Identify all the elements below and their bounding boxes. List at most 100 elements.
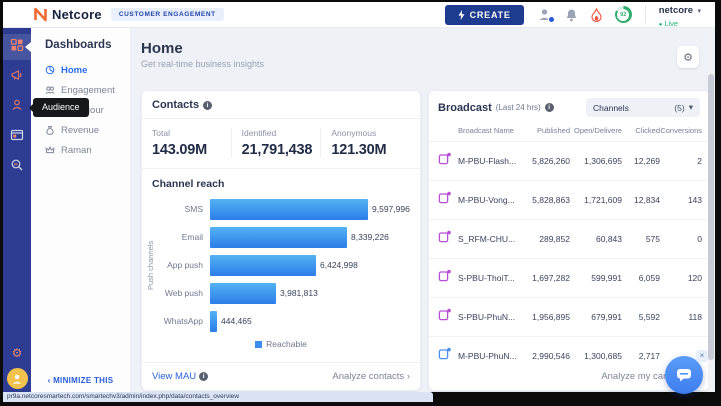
megaphone-icon bbox=[10, 68, 24, 87]
flame-icon bbox=[591, 7, 602, 22]
bar-category-label: WhatsApp bbox=[163, 316, 203, 326]
nav-rail: ⚙ bbox=[3, 28, 31, 392]
stat-value: 143.09M bbox=[152, 142, 208, 158]
cell-name: S_RFM-CHU... bbox=[458, 234, 516, 244]
rail-item-megaphone[interactable] bbox=[3, 64, 31, 90]
topbar-actions: CREATE 92 netcore ▾ ● Live bbox=[444, 2, 715, 30]
table-row[interactable]: M-PBU-Vong... 5,828,863 1,721,609 12,834 143 bbox=[429, 180, 709, 219]
cell-conversions: 2 bbox=[697, 156, 702, 166]
cell-open_delivered: 679,991 bbox=[591, 312, 622, 322]
bell-icon bbox=[566, 9, 577, 21]
cell-clicked: 12,834 bbox=[634, 195, 660, 205]
stat-value: 21,791,438 bbox=[241, 142, 313, 158]
money-bag-icon bbox=[45, 125, 55, 135]
create-label: CREATE bbox=[469, 9, 511, 20]
bar bbox=[210, 254, 316, 276]
chevron-right-icon: › bbox=[406, 371, 410, 382]
sidebar-item-home[interactable]: Home bbox=[31, 60, 130, 80]
contacts-stats: Total 143.09M Identified 21,791,438 Anonymou… bbox=[142, 119, 420, 169]
scrollbar-thumb[interactable] bbox=[708, 74, 714, 360]
chat-close-button[interactable]: × bbox=[696, 350, 708, 362]
rail-item-search-analytics[interactable] bbox=[3, 154, 31, 180]
whats-new-button[interactable] bbox=[591, 7, 602, 22]
minimize-panel-button[interactable]: ‹ MINIMIZE THIS bbox=[31, 376, 130, 385]
profile-avatar[interactable] bbox=[6, 368, 28, 389]
cell-open_delivered: 1,306,695 bbox=[584, 156, 622, 166]
account-status: Live bbox=[664, 19, 679, 29]
cell-open_delivered: 599,991 bbox=[591, 273, 622, 283]
user-menu-button[interactable] bbox=[537, 7, 555, 23]
netcore-logo[interactable]: Netcore bbox=[33, 7, 102, 22]
rail-item-web-pages[interactable] bbox=[3, 124, 31, 150]
info-icon[interactable]: i bbox=[203, 100, 213, 110]
bar bbox=[210, 198, 368, 220]
bar-track: 9,597,996 bbox=[210, 198, 410, 220]
bar-value-label: 6,424,998 bbox=[320, 260, 358, 270]
browser-status-bar: pr9a.netcoresmartech.com/smartechv3/admi… bbox=[3, 392, 433, 402]
cell-conversions: 0 bbox=[697, 234, 702, 244]
users-icon bbox=[45, 85, 55, 95]
bar-value-label: 9,597,996 bbox=[372, 204, 410, 214]
bar-value-label: 444,465 bbox=[221, 316, 252, 326]
bar-category-label: App push bbox=[167, 260, 203, 270]
audience-icon bbox=[10, 98, 24, 117]
column-header: Clicked bbox=[635, 126, 660, 135]
chart-bars: SMS 9,597,996 Email 8,339,226 App push 6,424,… bbox=[158, 195, 410, 335]
top-bar: Netcore CUSTOMER ENGAGEMENT CREATE 92 ne… bbox=[3, 2, 715, 28]
avatar-person-icon bbox=[12, 374, 22, 384]
settings-gear-icon[interactable]: ⚙ bbox=[12, 346, 23, 360]
active-rail-pointer bbox=[25, 42, 31, 52]
pie-chart-icon bbox=[45, 65, 55, 75]
bolt-icon bbox=[458, 9, 465, 20]
broadcast-table-header: Broadcast Name Published Open/Delivere Clic… bbox=[429, 123, 709, 141]
table-row[interactable]: S-PBU-ThoiT... 1,697,282 599,991 6,059 120 bbox=[429, 258, 709, 297]
notifications-button[interactable] bbox=[565, 8, 578, 22]
stat-label: Anonymous bbox=[331, 128, 377, 138]
cell-open_delivered: 1,721,609 bbox=[584, 195, 622, 205]
stat-identified: Identified 21,791,438 bbox=[230, 128, 321, 158]
sidebar-item-revenue[interactable]: Revenue bbox=[31, 120, 130, 140]
sidebar-item-raman[interactable]: Raman bbox=[31, 140, 130, 160]
cell-open_delivered: 60,843 bbox=[596, 234, 622, 244]
analyze-contacts-link[interactable]: Analyze contacts › bbox=[332, 371, 410, 382]
rail-item-audience[interactable] bbox=[3, 94, 31, 120]
cell-clicked: 12,269 bbox=[634, 156, 660, 166]
legend-label: Reachable bbox=[266, 339, 307, 349]
cell-published: 289,852 bbox=[539, 234, 570, 244]
contacts-title: Contacts bbox=[152, 99, 200, 111]
sidebar-item-engagement[interactable]: Engagement bbox=[31, 80, 130, 100]
dashboard-settings-button[interactable]: ⚙ bbox=[677, 46, 699, 68]
crown-icon bbox=[45, 145, 55, 155]
table-row[interactable]: S_RFM-CHU... 289,852 60,843 575 0 bbox=[429, 219, 709, 258]
table-row[interactable]: S-PBU-PhuN... 1,956,895 679,991 5,592 118 bbox=[429, 297, 709, 336]
mobile-push-icon bbox=[438, 152, 458, 170]
account-menu[interactable]: netcore ▾ ● Live bbox=[659, 2, 701, 30]
channels-dropdown[interactable]: Channels (5) ▾ bbox=[586, 98, 700, 117]
table-row[interactable]: M-PBU-Flash... 5,826,260 1,306,695 12,269 2 bbox=[429, 141, 709, 180]
minimize-label: MINIMIZE THIS bbox=[53, 376, 114, 385]
chart-legend: Reachable bbox=[142, 339, 420, 349]
stat-label: Identified bbox=[241, 128, 277, 138]
status-url: pr9a.netcoresmartech.com/smartechv3/admi… bbox=[7, 393, 239, 400]
info-icon[interactable]: i bbox=[544, 103, 554, 112]
column-header: Open/Delivere bbox=[574, 126, 622, 135]
audience-tooltip: Audience bbox=[29, 98, 89, 117]
cell-published: 5,828,863 bbox=[532, 195, 570, 205]
usage-meter[interactable]: 92 bbox=[614, 6, 632, 23]
stat-label: Total bbox=[152, 128, 170, 138]
cell-name: S-PBU-PhuN... bbox=[458, 312, 516, 322]
cell-clicked: 6,059 bbox=[638, 273, 660, 283]
chart-bar-row: WhatsApp 444,465 bbox=[158, 307, 410, 335]
sidebar-item-label: Raman bbox=[61, 144, 92, 156]
cell-clicked: 575 bbox=[645, 234, 660, 244]
chart-bar-row: App push 6,424,998 bbox=[158, 251, 410, 279]
view-mau-link[interactable]: View MAU i bbox=[152, 371, 209, 382]
bar-value-label: 3,981,813 bbox=[280, 288, 318, 298]
chart-title: Channel reach bbox=[152, 178, 225, 190]
create-button[interactable]: CREATE bbox=[444, 4, 524, 25]
column-header: Broadcast Name bbox=[458, 126, 514, 135]
cell-published: 1,956,895 bbox=[532, 312, 570, 322]
legend-swatch bbox=[255, 340, 263, 348]
cell-clicked: 2,717 bbox=[638, 351, 660, 361]
gear-icon: ⚙ bbox=[683, 51, 693, 64]
